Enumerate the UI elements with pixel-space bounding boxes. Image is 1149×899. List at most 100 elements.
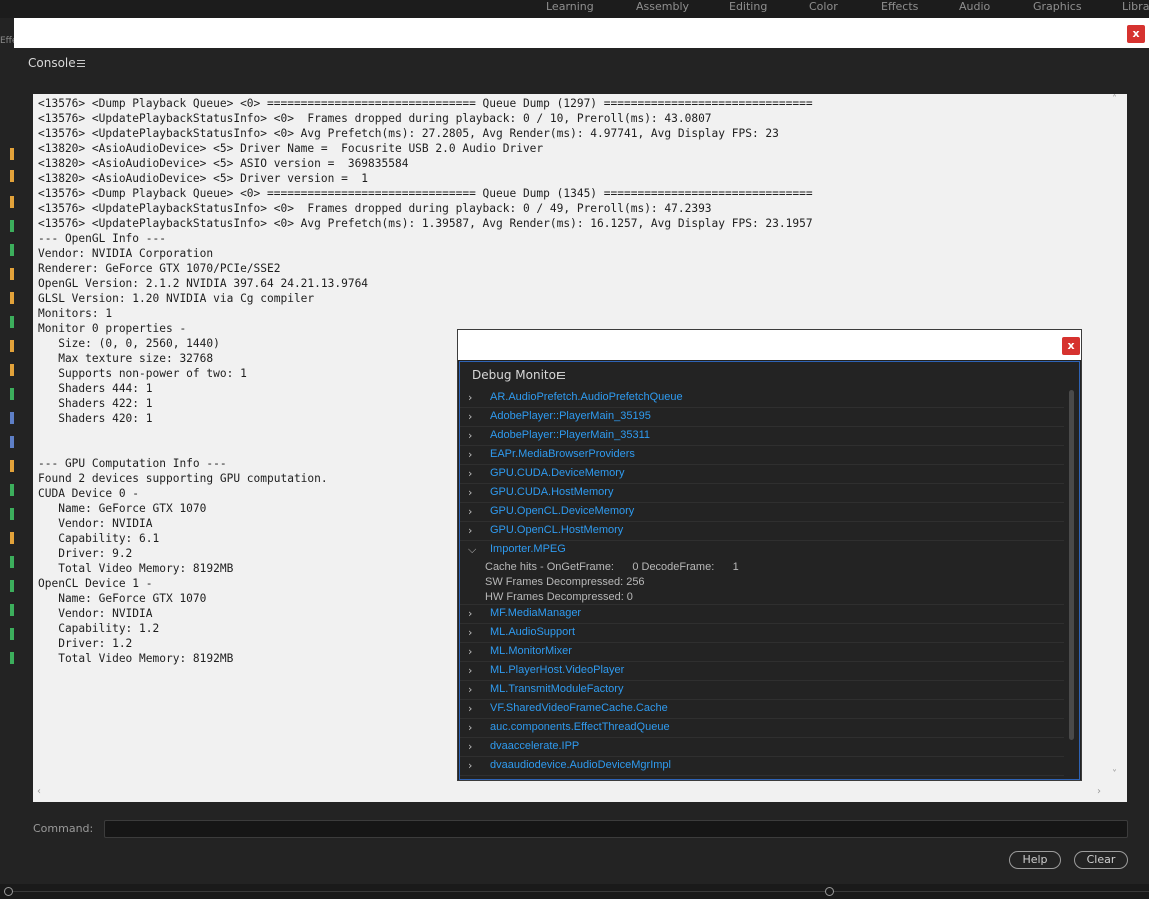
log-line: OpenGL Version: 2.1.2 NVIDIA 397.64 24.2… [38,277,369,290]
help-button[interactable]: Help [1009,851,1061,869]
console-menu-icon[interactable] [77,60,85,67]
tree-row[interactable]: › GPU.CUDA.DeviceMemory [460,465,1064,484]
tree-row-label: GPU.OpenCL.HostMemory [490,524,624,536]
workspace-tab-assembly[interactable]: Assembly [636,0,689,14]
debug-monitor-title: Debug Monitor [472,368,561,382]
tree-row[interactable]: › ML.TransmitModuleFactory [460,681,1064,700]
workspace-tab-graphics[interactable]: Graphics [1033,0,1082,14]
tree-row[interactable]: › dvaaccelerate.IPP [460,738,1064,757]
tree-row[interactable]: › GPU.OpenCL.DeviceMemory [460,503,1064,522]
chevron-right-icon[interactable]: › [468,448,472,461]
tree-row-expanded[interactable]: ⌵ Importer.MPEG Cache hits - OnGetFrame:… [460,541,1064,605]
clear-button[interactable]: Clear [1074,851,1128,869]
tree-row[interactable]: › ML.PlayerHost.VideoPlayer [460,662,1064,681]
chevron-right-icon[interactable]: › [468,524,472,537]
chevron-right-icon[interactable]: › [468,683,472,696]
log-line: <13576> <UpdatePlaybackStatusInfo> <0> A… [38,127,779,140]
debug-monitor-window: x Debug Monitor › AR.AudioPrefetch.AudioP… [457,329,1082,781]
timeline-scroll-handle-right[interactable] [825,887,834,896]
timeline-scrollbar-track [8,891,1149,892]
tree-row[interactable]: › ML.AudioSupport [460,624,1064,643]
chevron-right-icon[interactable]: › [468,410,472,423]
log-line: <13576> <UpdatePlaybackStatusInfo> <0> A… [38,217,813,230]
chevron-right-icon[interactable]: › [468,721,472,734]
log-line: --- OpenGL Info --- [38,232,166,245]
log-line: <13820> <AsioAudioDevice> <5> ASIO versi… [38,157,409,170]
debug-monitor-tree: › AR.AudioPrefetch.AudioPrefetchQueue › Ado… [460,389,1064,776]
debug-monitor-header: Debug Monitor [460,362,1079,388]
tree-row[interactable]: › EAPr.MediaBrowserProviders [460,446,1064,465]
command-label: Command: [33,822,94,835]
debug-monitor-scrollbar[interactable] [1069,390,1074,740]
tree-row-label: AR.AudioPrefetch.AudioPrefetchQueue [490,391,683,403]
chevron-right-icon[interactable]: › [468,740,472,753]
cache-hits-detail: Cache hits - OnGetFrame: 0 DecodeFrame: … [485,561,739,573]
tree-row-label: ML.AudioSupport [490,626,575,638]
tree-row[interactable]: › auc.components.EffectThreadQueue [460,719,1064,738]
tree-row[interactable]: › VF.SharedVideoFrameCache.Cache [460,700,1064,719]
chevron-down-icon[interactable]: ⌵ [468,543,476,557]
tree-row-label: EAPr.MediaBrowserProviders [490,448,635,460]
chevron-right-icon[interactable]: › [468,429,472,442]
chevron-right-icon[interactable]: › [468,467,472,480]
chevron-right-icon[interactable]: › [468,607,472,620]
console-titlebar[interactable]: x [14,18,1149,48]
chevron-right-icon[interactable]: › [468,664,472,677]
debug-monitor-menu-icon[interactable] [557,372,565,379]
workspace-tab-audio[interactable]: Audio [959,0,990,14]
command-input[interactable] [104,820,1128,838]
tree-row[interactable]: › ML.MonitorMixer [460,643,1064,662]
console-panel-header: Console [14,48,1149,78]
tree-row-label: ML.PlayerHost.VideoPlayer [490,664,625,676]
tree-row-label: GPU.CUDA.DeviceMemory [490,467,625,479]
tree-row[interactable]: › GPU.CUDA.HostMemory [460,484,1064,503]
tree-row-label: AdobePlayer::PlayerMain_35311 [490,429,651,441]
workspace-tab-color[interactable]: Color [809,0,838,14]
tree-row-label: ML.MonitorMixer [490,645,572,657]
tree-row-label: VF.SharedVideoFrameCache.Cache [490,702,668,714]
console-close-button[interactable]: x [1127,25,1145,43]
tree-row-label: AdobePlayer::PlayerMain_35195 [490,410,651,422]
log-line: <13576> <UpdatePlaybackStatusInfo> <0> F… [38,202,712,215]
sw-frames-detail: SW Frames Decompressed: 256 [485,576,645,588]
log-line: Vendor: NVIDIA Corporation [38,247,214,260]
tree-row-label: auc.components.EffectThreadQueue [490,721,670,733]
tree-row-label: ML.TransmitModuleFactory [490,683,624,695]
debug-monitor-close-button[interactable]: x [1062,337,1080,355]
workspace-tab-editing[interactable]: Editing [729,0,767,14]
tree-row[interactable]: › dvaaudiodevice.AudioDeviceMgrImpl [460,757,1064,776]
chevron-right-icon[interactable]: › [468,505,472,518]
tree-row-label: GPU.CUDA.HostMemory [490,486,614,498]
workspace-bar: Learning Assembly Editing Color Effects … [0,0,1149,18]
chevron-right-icon[interactable]: › [468,486,472,499]
scroll-up-arrow-icon[interactable]: ˄ [1112,94,1117,105]
scroll-right-arrow-icon[interactable]: › [1097,786,1101,797]
log-line: <13820> <AsioAudioDevice> <5> Driver ver… [38,172,369,185]
tree-row[interactable]: › AdobePlayer::PlayerMain_35195 [460,408,1064,427]
log-line: GLSL Version: 1.20 NVIDIA via Cg compile… [38,292,315,305]
tree-row[interactable]: › AdobePlayer::PlayerMain_35311 [460,427,1064,446]
log-line: Renderer: GeForce GTX 1070/PCIe/SSE2 [38,262,281,275]
workspace-tab-effects[interactable]: Effects [881,0,918,14]
chevron-right-icon[interactable]: › [468,626,472,639]
chevron-right-icon[interactable]: › [468,645,472,658]
tree-row-label: Importer.MPEG [490,543,566,555]
scroll-left-arrow-icon[interactable]: ‹ [37,786,41,797]
log-line: <13576> <Dump Playback Queue> <0> ======… [38,187,813,200]
tree-row[interactable]: › MF.MediaManager [460,605,1064,624]
tree-row[interactable]: › GPU.OpenCL.HostMemory [460,522,1064,541]
tree-row[interactable]: › AR.AudioPrefetch.AudioPrefetchQueue [460,389,1064,408]
workspace-tab-learning[interactable]: Learning [546,0,594,14]
tree-row-label: dvaaccelerate.IPP [490,740,580,752]
chevron-right-icon[interactable]: › [468,702,472,715]
console-panel-title: Console [28,56,76,70]
log-line: <13820> <AsioAudioDevice> <5> Driver Nam… [38,142,544,155]
hw-frames-detail: HW Frames Decompressed: 0 [485,591,633,603]
chevron-right-icon[interactable]: › [468,391,472,404]
log-line: Monitors: 1 [38,307,113,320]
chevron-right-icon[interactable]: › [468,759,472,772]
scroll-down-arrow-icon[interactable]: ˅ [1112,769,1117,780]
workspace-tab-libraries[interactable]: Librar [1122,0,1149,14]
timeline-scroll-handle-left[interactable] [4,887,13,896]
debug-monitor-titlebar[interactable]: x [458,330,1081,360]
